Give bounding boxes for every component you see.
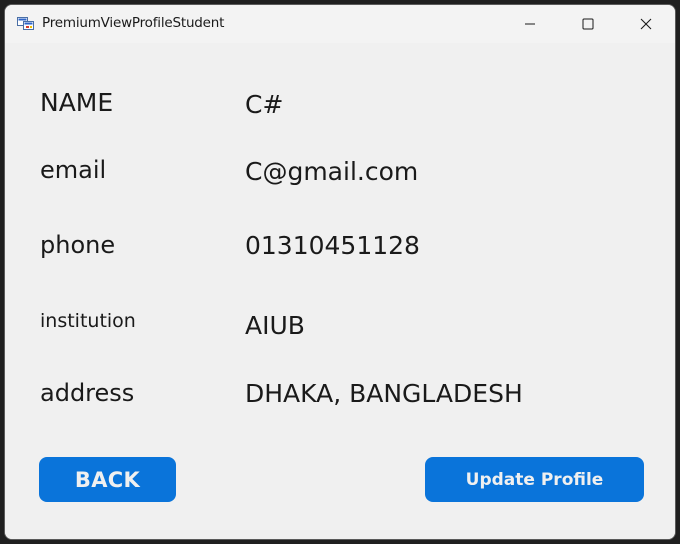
phone-label: phone: [40, 231, 116, 259]
title-bar[interactable]: PremiumViewProfileStudent: [5, 5, 675, 43]
close-icon: [640, 18, 652, 30]
app-icon: [17, 17, 34, 30]
close-button[interactable]: [617, 5, 675, 43]
address-label: address: [40, 379, 135, 407]
update-profile-button[interactable]: Update Profile: [425, 457, 644, 502]
minimize-button[interactable]: [501, 5, 559, 43]
address-value: DHAKA, BANGLADESH: [245, 379, 523, 408]
maximize-icon: [582, 18, 594, 30]
maximize-button[interactable]: [559, 5, 617, 43]
minimize-icon: [525, 23, 535, 25]
window-title: PremiumViewProfileStudent: [42, 15, 225, 31]
name-value: C#: [245, 90, 284, 119]
name-label: NAME: [40, 88, 114, 117]
phone-value: 01310451128: [245, 231, 420, 260]
app-window: PremiumViewProfileStudent NAME C# email …: [4, 4, 676, 540]
email-value: C@gmail.com: [245, 157, 419, 186]
profile-panel: NAME C# email C@gmail.com phone 01310451…: [5, 43, 675, 539]
back-button[interactable]: BACK: [39, 457, 176, 502]
institution-value: AIUB: [245, 311, 305, 340]
institution-label: institution: [40, 310, 136, 332]
email-label: email: [40, 156, 107, 184]
